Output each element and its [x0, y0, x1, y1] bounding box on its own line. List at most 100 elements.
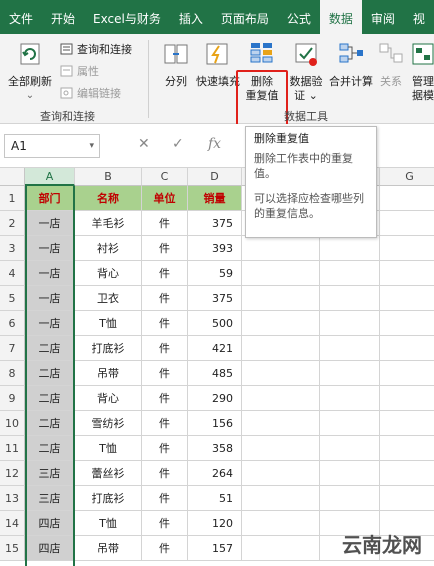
text-to-columns-button[interactable]: 分列 [158, 40, 194, 89]
table-cell-unit[interactable]: 件 [142, 536, 188, 561]
cell[interactable] [380, 486, 434, 511]
table-cell-unit[interactable]: 件 [142, 511, 188, 536]
cancel-icon[interactable]: ✕ [138, 136, 150, 152]
cell[interactable] [242, 461, 320, 486]
cell[interactable] [320, 311, 380, 336]
cell[interactable] [380, 311, 434, 336]
table-cell-qty[interactable]: 157 [188, 536, 242, 561]
table-cell-name[interactable]: T恤 [75, 436, 142, 461]
cell[interactable] [320, 286, 380, 311]
cell[interactable] [320, 436, 380, 461]
data-validation-button[interactable]: 数据验 证 ⌄ [286, 40, 326, 103]
select-all-corner[interactable] [0, 168, 25, 186]
cell[interactable] [320, 461, 380, 486]
cell[interactable] [242, 261, 320, 286]
row-header[interactable]: 4 [0, 261, 25, 286]
table-cell-dept[interactable]: 四店 [25, 511, 75, 536]
tab-home[interactable]: 开始 [42, 0, 84, 34]
table-cell-name[interactable]: 卫衣 [75, 286, 142, 311]
table-cell-dept[interactable]: 三店 [25, 461, 75, 486]
row-header[interactable]: 10 [0, 411, 25, 436]
tab-data[interactable]: 数据 [319, 0, 362, 34]
insert-function-icon[interactable]: fx [208, 136, 221, 152]
queries-connections-button[interactable]: 查询和连接 [60, 40, 132, 58]
cell[interactable] [242, 336, 320, 361]
cell[interactable] [380, 386, 434, 411]
tab-view[interactable]: 视 [404, 0, 434, 34]
table-cell-qty[interactable]: 375 [188, 286, 242, 311]
table-cell-dept[interactable]: 四店 [25, 536, 75, 561]
cell[interactable] [380, 436, 434, 461]
table-cell-dept[interactable]: 二店 [25, 411, 75, 436]
table-cell-unit[interactable]: 件 [142, 386, 188, 411]
cell[interactable] [320, 236, 380, 261]
cell[interactable] [380, 461, 434, 486]
cell[interactable] [380, 411, 434, 436]
cell[interactable] [242, 286, 320, 311]
row-header[interactable]: 3 [0, 236, 25, 261]
table-cell-qty[interactable]: 393 [188, 236, 242, 261]
table-cell-qty[interactable]: 264 [188, 461, 242, 486]
table-cell-name[interactable]: 吊带 [75, 361, 142, 386]
table-cell-name[interactable]: 打底衫 [75, 336, 142, 361]
name-box-dropdown-icon[interactable]: ▾ [89, 135, 94, 157]
cell[interactable] [320, 361, 380, 386]
column-header-b[interactable]: B [75, 168, 142, 186]
enter-icon[interactable]: ✓ [172, 136, 184, 152]
row-header[interactable]: 6 [0, 311, 25, 336]
cell[interactable] [242, 311, 320, 336]
column-header-g[interactable]: G [380, 168, 434, 186]
row-header[interactable]: 13 [0, 486, 25, 511]
table-cell-dept[interactable]: 一店 [25, 261, 75, 286]
table-cell-qty[interactable]: 500 [188, 311, 242, 336]
table-cell-qty[interactable]: 421 [188, 336, 242, 361]
refresh-all-button[interactable]: 全部刷新 ⌄ [4, 40, 56, 103]
cell[interactable] [320, 336, 380, 361]
column-header-a[interactable]: A [25, 168, 75, 186]
table-cell-unit[interactable]: 件 [142, 461, 188, 486]
header-cell[interactable]: 单位 [142, 186, 188, 211]
table-cell-unit[interactable]: 件 [142, 261, 188, 286]
edit-links-button[interactable]: 编辑链接 [60, 84, 121, 102]
row-header[interactable]: 2 [0, 211, 25, 236]
tab-excel-finance[interactable]: Excel与财务 [84, 0, 170, 34]
tab-review[interactable]: 审阅 [362, 0, 404, 34]
cell[interactable] [242, 411, 320, 436]
properties-button[interactable]: 属性 [60, 62, 99, 80]
cell[interactable] [380, 211, 434, 236]
cell[interactable] [380, 261, 434, 286]
cell[interactable] [320, 386, 380, 411]
table-cell-unit[interactable]: 件 [142, 311, 188, 336]
tab-page-layout[interactable]: 页面布局 [212, 0, 278, 34]
table-cell-unit[interactable]: 件 [142, 486, 188, 511]
table-cell-dept[interactable]: 一店 [25, 311, 75, 336]
cell[interactable] [242, 511, 320, 536]
cell[interactable] [242, 486, 320, 511]
cell[interactable] [242, 436, 320, 461]
table-cell-unit[interactable]: 件 [142, 361, 188, 386]
cell[interactable] [242, 386, 320, 411]
table-cell-dept[interactable]: 一店 [25, 286, 75, 311]
table-cell-name[interactable]: 蕾丝衫 [75, 461, 142, 486]
cell[interactable] [380, 236, 434, 261]
table-cell-qty[interactable]: 59 [188, 261, 242, 286]
table-cell-dept[interactable]: 二店 [25, 336, 75, 361]
row-header[interactable]: 1 [0, 186, 25, 211]
table-cell-qty[interactable]: 375 [188, 211, 242, 236]
consolidate-button[interactable]: 合并计算 [326, 40, 376, 89]
table-cell-dept[interactable]: 一店 [25, 211, 75, 236]
row-header[interactable]: 12 [0, 461, 25, 486]
table-cell-unit[interactable]: 件 [142, 411, 188, 436]
table-cell-unit[interactable]: 件 [142, 236, 188, 261]
table-cell-dept[interactable]: 三店 [25, 486, 75, 511]
row-header[interactable]: 9 [0, 386, 25, 411]
table-cell-unit[interactable]: 件 [142, 211, 188, 236]
cell[interactable] [380, 186, 434, 211]
table-cell-name[interactable]: T恤 [75, 311, 142, 336]
column-header-d[interactable]: D [188, 168, 242, 186]
table-cell-unit[interactable]: 件 [142, 336, 188, 361]
table-cell-qty[interactable]: 120 [188, 511, 242, 536]
cell[interactable] [380, 286, 434, 311]
table-cell-name[interactable]: 衬衫 [75, 236, 142, 261]
cell[interactable] [380, 361, 434, 386]
